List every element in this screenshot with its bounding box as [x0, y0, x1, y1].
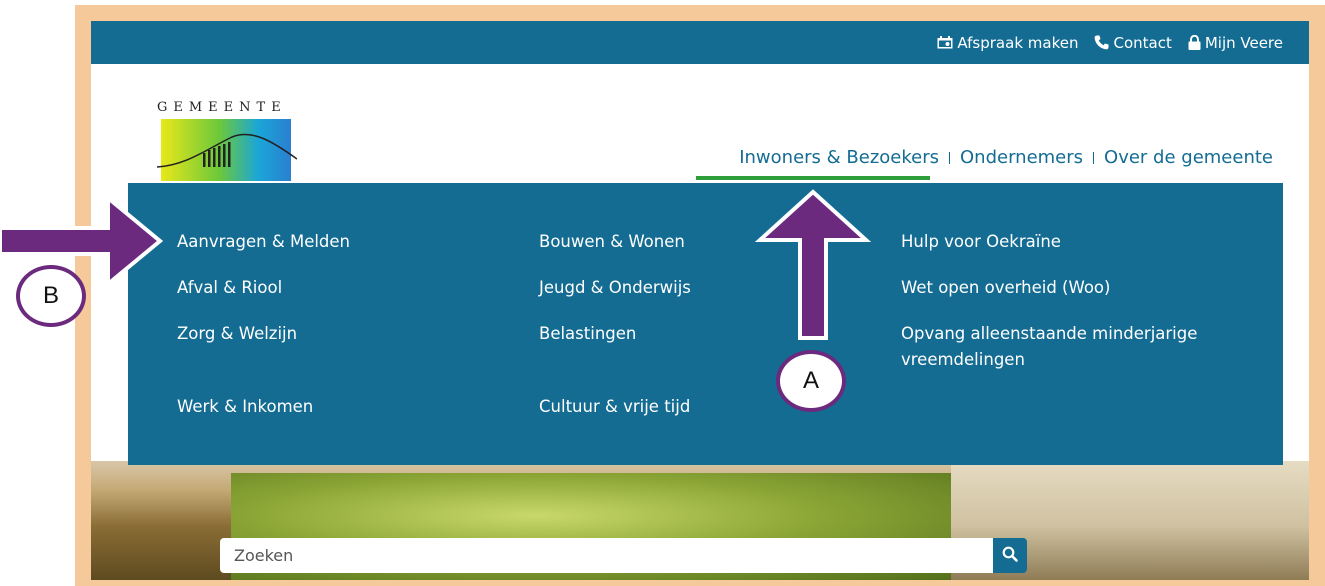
menu-aanvragen-melden[interactable]: Aanvragen & Melden	[177, 229, 350, 255]
my-veere-link[interactable]: Mijn Veere	[1188, 34, 1283, 52]
calendar-icon	[937, 36, 953, 49]
nav-separator	[949, 151, 950, 164]
menu-zorg-welzijn[interactable]: Zorg & Welzijn	[177, 321, 297, 347]
active-nav-underline	[696, 176, 930, 180]
menu-afval-riool[interactable]: Afval & Riool	[177, 275, 282, 301]
nav-separator	[1093, 151, 1095, 164]
top-links: Afspraak maken Contact Mijn Veere	[937, 21, 1283, 64]
nav-residents-visitors[interactable]: Inwoners & Bezoekers	[739, 145, 939, 170]
menu-cultuur-vrije-tijd[interactable]: Cultuur & vrije tijd	[539, 394, 690, 420]
menu-werk-inkomen[interactable]: Werk & Inkomen	[177, 394, 313, 420]
contact-label: Contact	[1113, 33, 1172, 52]
nav-entrepreneurs[interactable]: Ondernemers	[960, 145, 1083, 170]
search-button[interactable]	[993, 538, 1027, 573]
menu-belastingen[interactable]: Belastingen	[539, 321, 636, 347]
appointment-link[interactable]: Afspraak maken	[937, 34, 1078, 52]
search-bar	[220, 538, 1027, 573]
search-input[interactable]	[220, 538, 993, 573]
main-navigation: Inwoners & Bezoekers Ondernemers Over de…	[739, 145, 1273, 170]
lock-icon	[1188, 35, 1201, 50]
my-veere-label: Mijn Veere	[1204, 33, 1283, 52]
nav-about-municipality[interactable]: Over de gemeente	[1104, 145, 1273, 170]
appointment-label: Afspraak maken	[957, 33, 1079, 52]
top-bar: Afspraak maken Contact Mijn Veere	[91, 21, 1309, 64]
municipality-logo[interactable]: GEMEENTE	[157, 100, 297, 181]
menu-hulp-oekraine[interactable]: Hulp voor Oekraïne	[901, 229, 1061, 255]
search-icon	[1002, 546, 1018, 566]
contact-link[interactable]: Contact	[1094, 33, 1172, 52]
logo-image	[157, 119, 297, 181]
logo-text: GEMEENTE	[157, 100, 287, 115]
menu-bouwen-wonen[interactable]: Bouwen & Wonen	[539, 229, 685, 255]
menu-wet-open-overheid[interactable]: Wet open overheid (Woo)	[901, 275, 1110, 301]
menu-jeugd-onderwijs[interactable]: Jeugd & Onderwijs	[539, 275, 691, 301]
mega-menu-dropdown: Aanvragen & Melden Afval & Riool Zorg & …	[128, 183, 1283, 465]
menu-opvang-minderjarige[interactable]: Opvang alleenstaande minderjarige	[901, 321, 1197, 347]
phone-icon	[1094, 35, 1109, 50]
menu-opvang-minderjarige-line2[interactable]: vreemdelingen	[901, 347, 1025, 373]
